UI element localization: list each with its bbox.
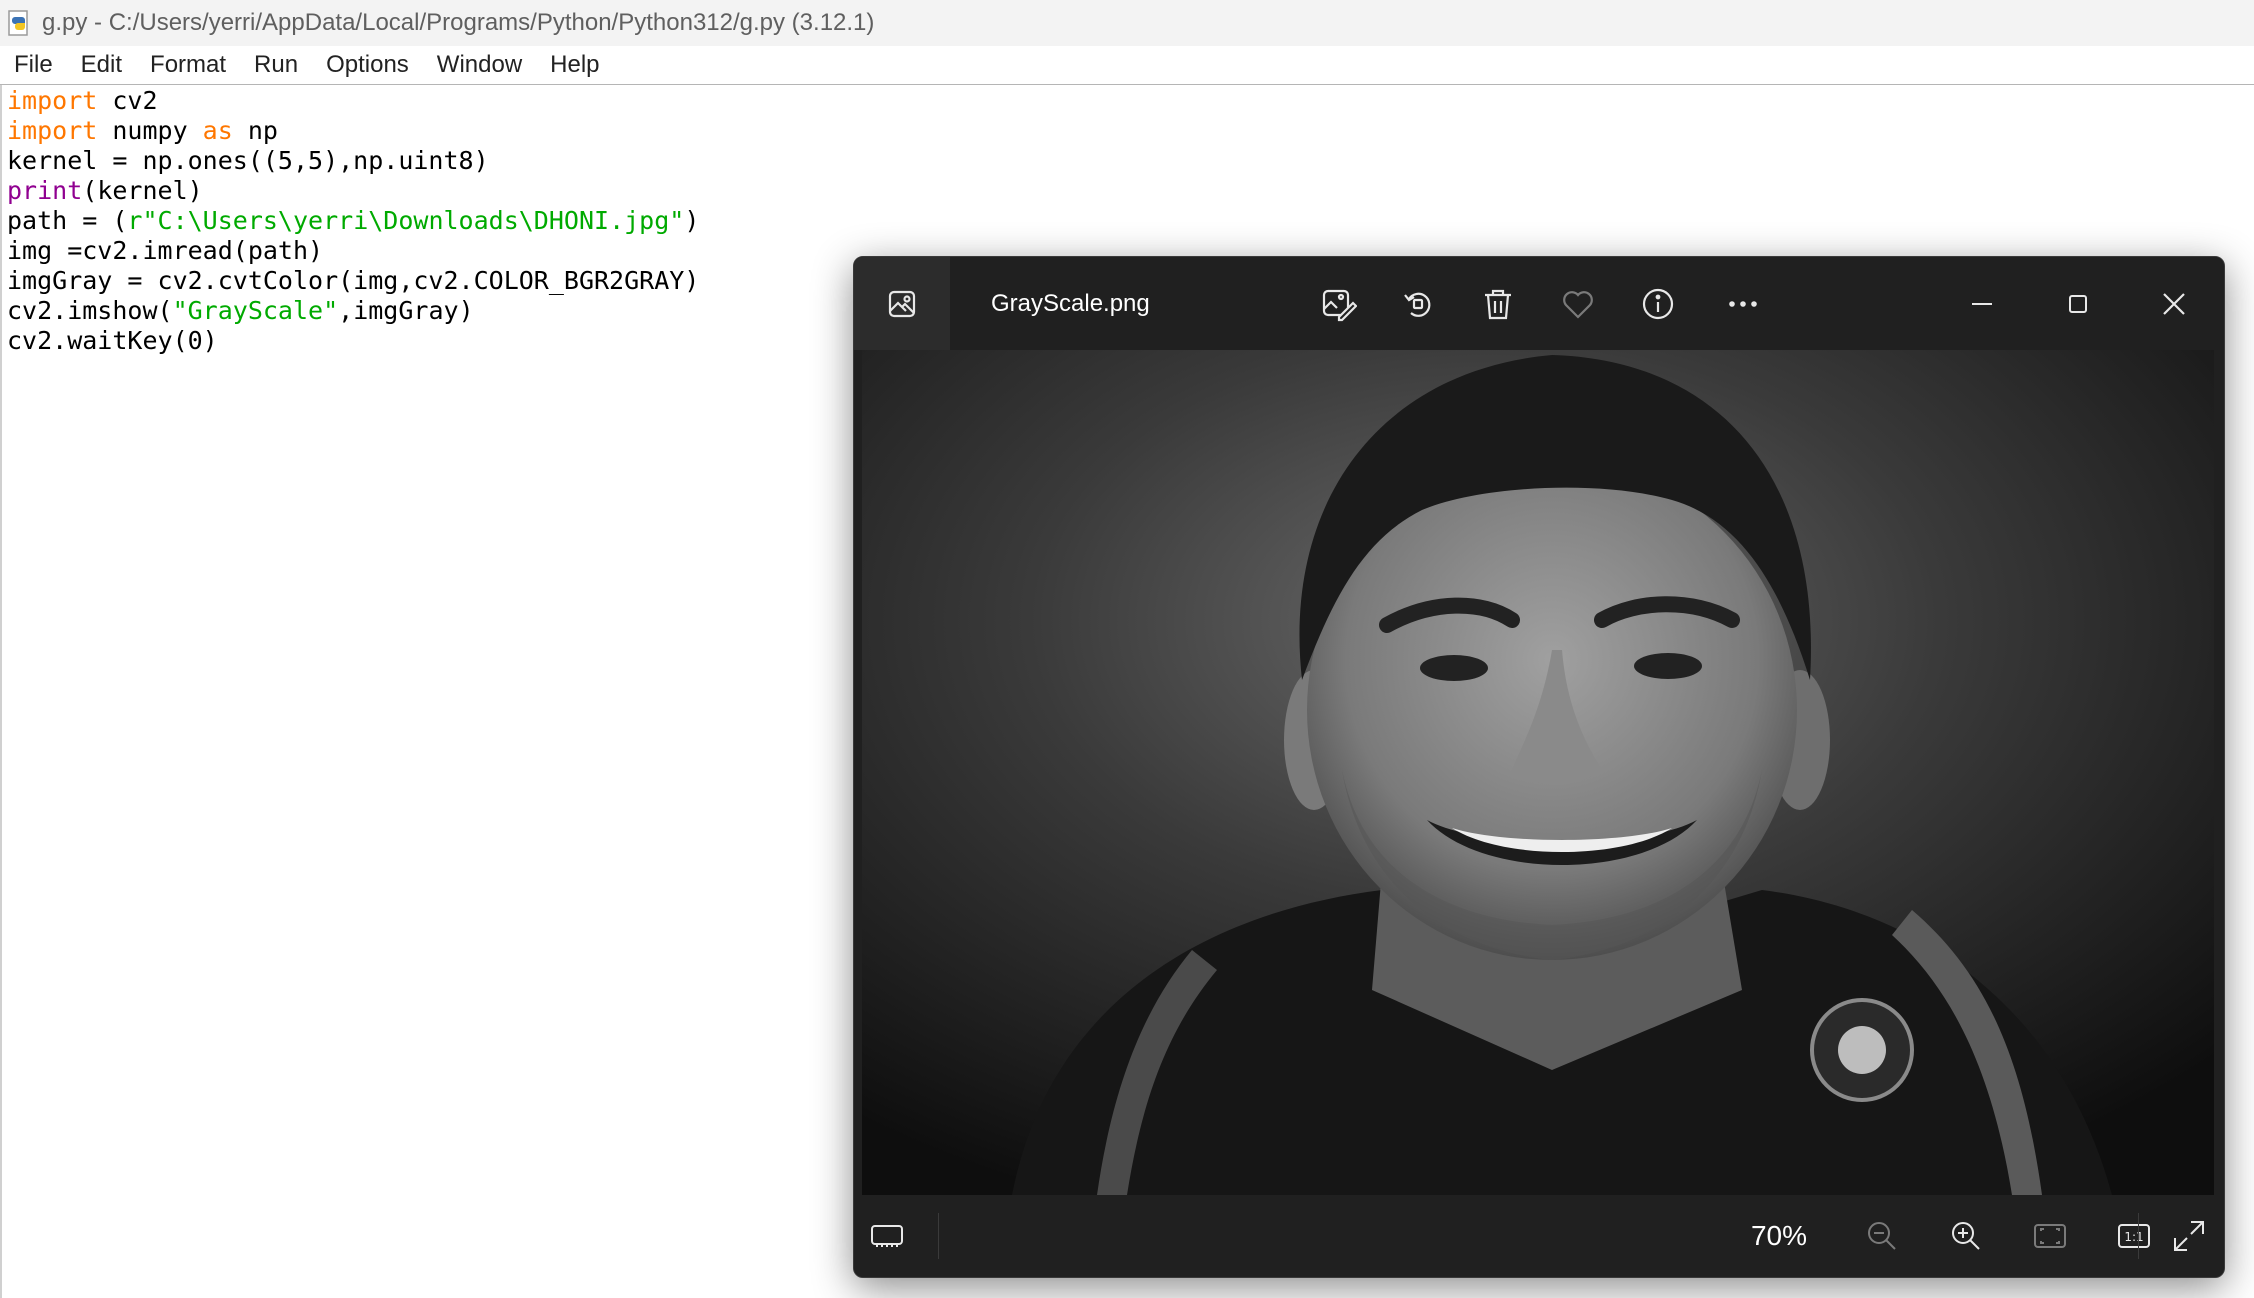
minimize-button[interactable] (1957, 279, 2007, 329)
code-token: cv2.waitKey(0) (7, 326, 218, 355)
code-text[interactable]: import cv2 import numpy as np kernel = np.… (7, 86, 699, 356)
code-token: import (7, 116, 98, 145)
code-line: path = (r"C:\Users\yerri\Downloads\DHONI… (7, 206, 699, 236)
rotate-button[interactable] (1393, 279, 1443, 329)
code-line: imgGray = cv2.cvtColor(img,cv2.COLOR_BGR… (7, 266, 699, 296)
delete-button[interactable] (1473, 279, 1523, 329)
maximize-icon (2069, 295, 2087, 313)
edit-image-icon (1322, 289, 1357, 322)
favorite-button[interactable] (1553, 279, 1603, 329)
menu-bar: File Edit Format Run Options Window Help (0, 46, 2254, 85)
minimize-icon (1972, 303, 1992, 305)
actual-size-icon: 1:1 (2118, 1224, 2150, 1248)
code-token: print (7, 176, 83, 205)
code-line: import cv2 (7, 86, 699, 116)
photos-viewer-window: GrayScale.png 70% 1:1 (853, 256, 2225, 1278)
filmstrip-button[interactable] (862, 1211, 912, 1261)
code-token: "GrayScale" (172, 296, 339, 325)
zoom-in-button[interactable] (1941, 1211, 1991, 1261)
gallery-icon (888, 290, 916, 317)
code-line: print(kernel) (7, 176, 699, 206)
favorite-heart-icon (1563, 291, 1593, 319)
code-token: kernel = np.ones((5,5),np.uint8) (7, 146, 489, 175)
zoom-out-icon (1868, 1222, 1896, 1250)
close-icon (2163, 293, 2185, 315)
fit-to-window-icon (2034, 1224, 2066, 1248)
zoom-level[interactable]: 70% (1724, 1195, 1834, 1277)
more-options-icon (1729, 301, 1757, 307)
menu-help[interactable]: Help (536, 46, 613, 84)
viewer-title-bar: GrayScale.png (854, 257, 2224, 350)
gallery-button[interactable] (854, 257, 950, 350)
code-token: cv2.imshow( (7, 296, 173, 325)
code-line: cv2.imshow("GrayScale",imgGray) (7, 296, 699, 326)
edit-image-button[interactable] (1313, 279, 1363, 329)
code-line: kernel = np.ones((5,5),np.uint8) (7, 146, 699, 176)
zoom-out-button[interactable] (1857, 1211, 1907, 1261)
grayscale-portrait-image (862, 350, 2214, 1195)
code-token: as (202, 116, 233, 145)
divider (938, 1213, 939, 1259)
viewer-filename: GrayScale.png (991, 290, 1150, 317)
delete-icon (1485, 289, 1511, 320)
close-button[interactable] (2149, 279, 2199, 329)
code-token: path = ( (7, 206, 128, 235)
menu-options[interactable]: Options (312, 46, 423, 84)
fullscreen-button[interactable] (2164, 1211, 2214, 1261)
code-token: np (232, 116, 278, 145)
svg-text:1:1: 1:1 (2124, 1230, 2143, 1244)
window-title: g.py - C:/Users/yerri/AppData/Local/Prog… (42, 9, 875, 36)
menu-window[interactable]: Window (423, 46, 536, 84)
python-file-icon (8, 10, 28, 36)
code-token: imgGray = cv2.cvtColor(img,cv2.COLOR_BGR… (7, 266, 700, 295)
viewer-bottom-bar: 70% 1:1 (854, 1195, 2224, 1277)
code-token: import (7, 86, 98, 115)
displayed-photo[interactable] (862, 350, 2214, 1195)
code-token: ) (684, 206, 700, 235)
code-line: import numpy as np (7, 116, 699, 146)
maximize-button[interactable] (2053, 279, 2103, 329)
menu-format[interactable]: Format (136, 46, 240, 84)
code-token: numpy (97, 116, 203, 145)
divider (2138, 1213, 2139, 1259)
info-icon (1642, 288, 1674, 320)
code-token: (kernel) (82, 176, 203, 205)
code-token: img =cv2.imread(path) (7, 236, 324, 265)
more-options-button[interactable] (1718, 279, 1768, 329)
info-button[interactable] (1633, 279, 1683, 329)
fit-to-window-button[interactable] (2025, 1211, 2075, 1261)
menu-edit[interactable]: Edit (67, 46, 136, 84)
code-line: img =cv2.imread(path) (7, 236, 699, 266)
menu-run[interactable]: Run (240, 46, 312, 84)
zoom-in-icon (1952, 1222, 1980, 1250)
idle-title-bar: g.py - C:/Users/yerri/AppData/Local/Prog… (0, 0, 2254, 46)
code-line: cv2.waitKey(0) (7, 326, 699, 356)
code-token: ,imgGray) (338, 296, 474, 325)
code-token: r"C:\Users\yerri\Downloads\DHONI.jpg" (127, 206, 685, 235)
rotate-icon (1404, 292, 1431, 317)
menu-file[interactable]: File (0, 46, 67, 84)
filmstrip-icon (871, 1225, 903, 1247)
code-token: cv2 (97, 86, 158, 115)
actual-size-button[interactable]: 1:1 (2109, 1211, 2159, 1261)
fullscreen-icon (2174, 1221, 2204, 1251)
